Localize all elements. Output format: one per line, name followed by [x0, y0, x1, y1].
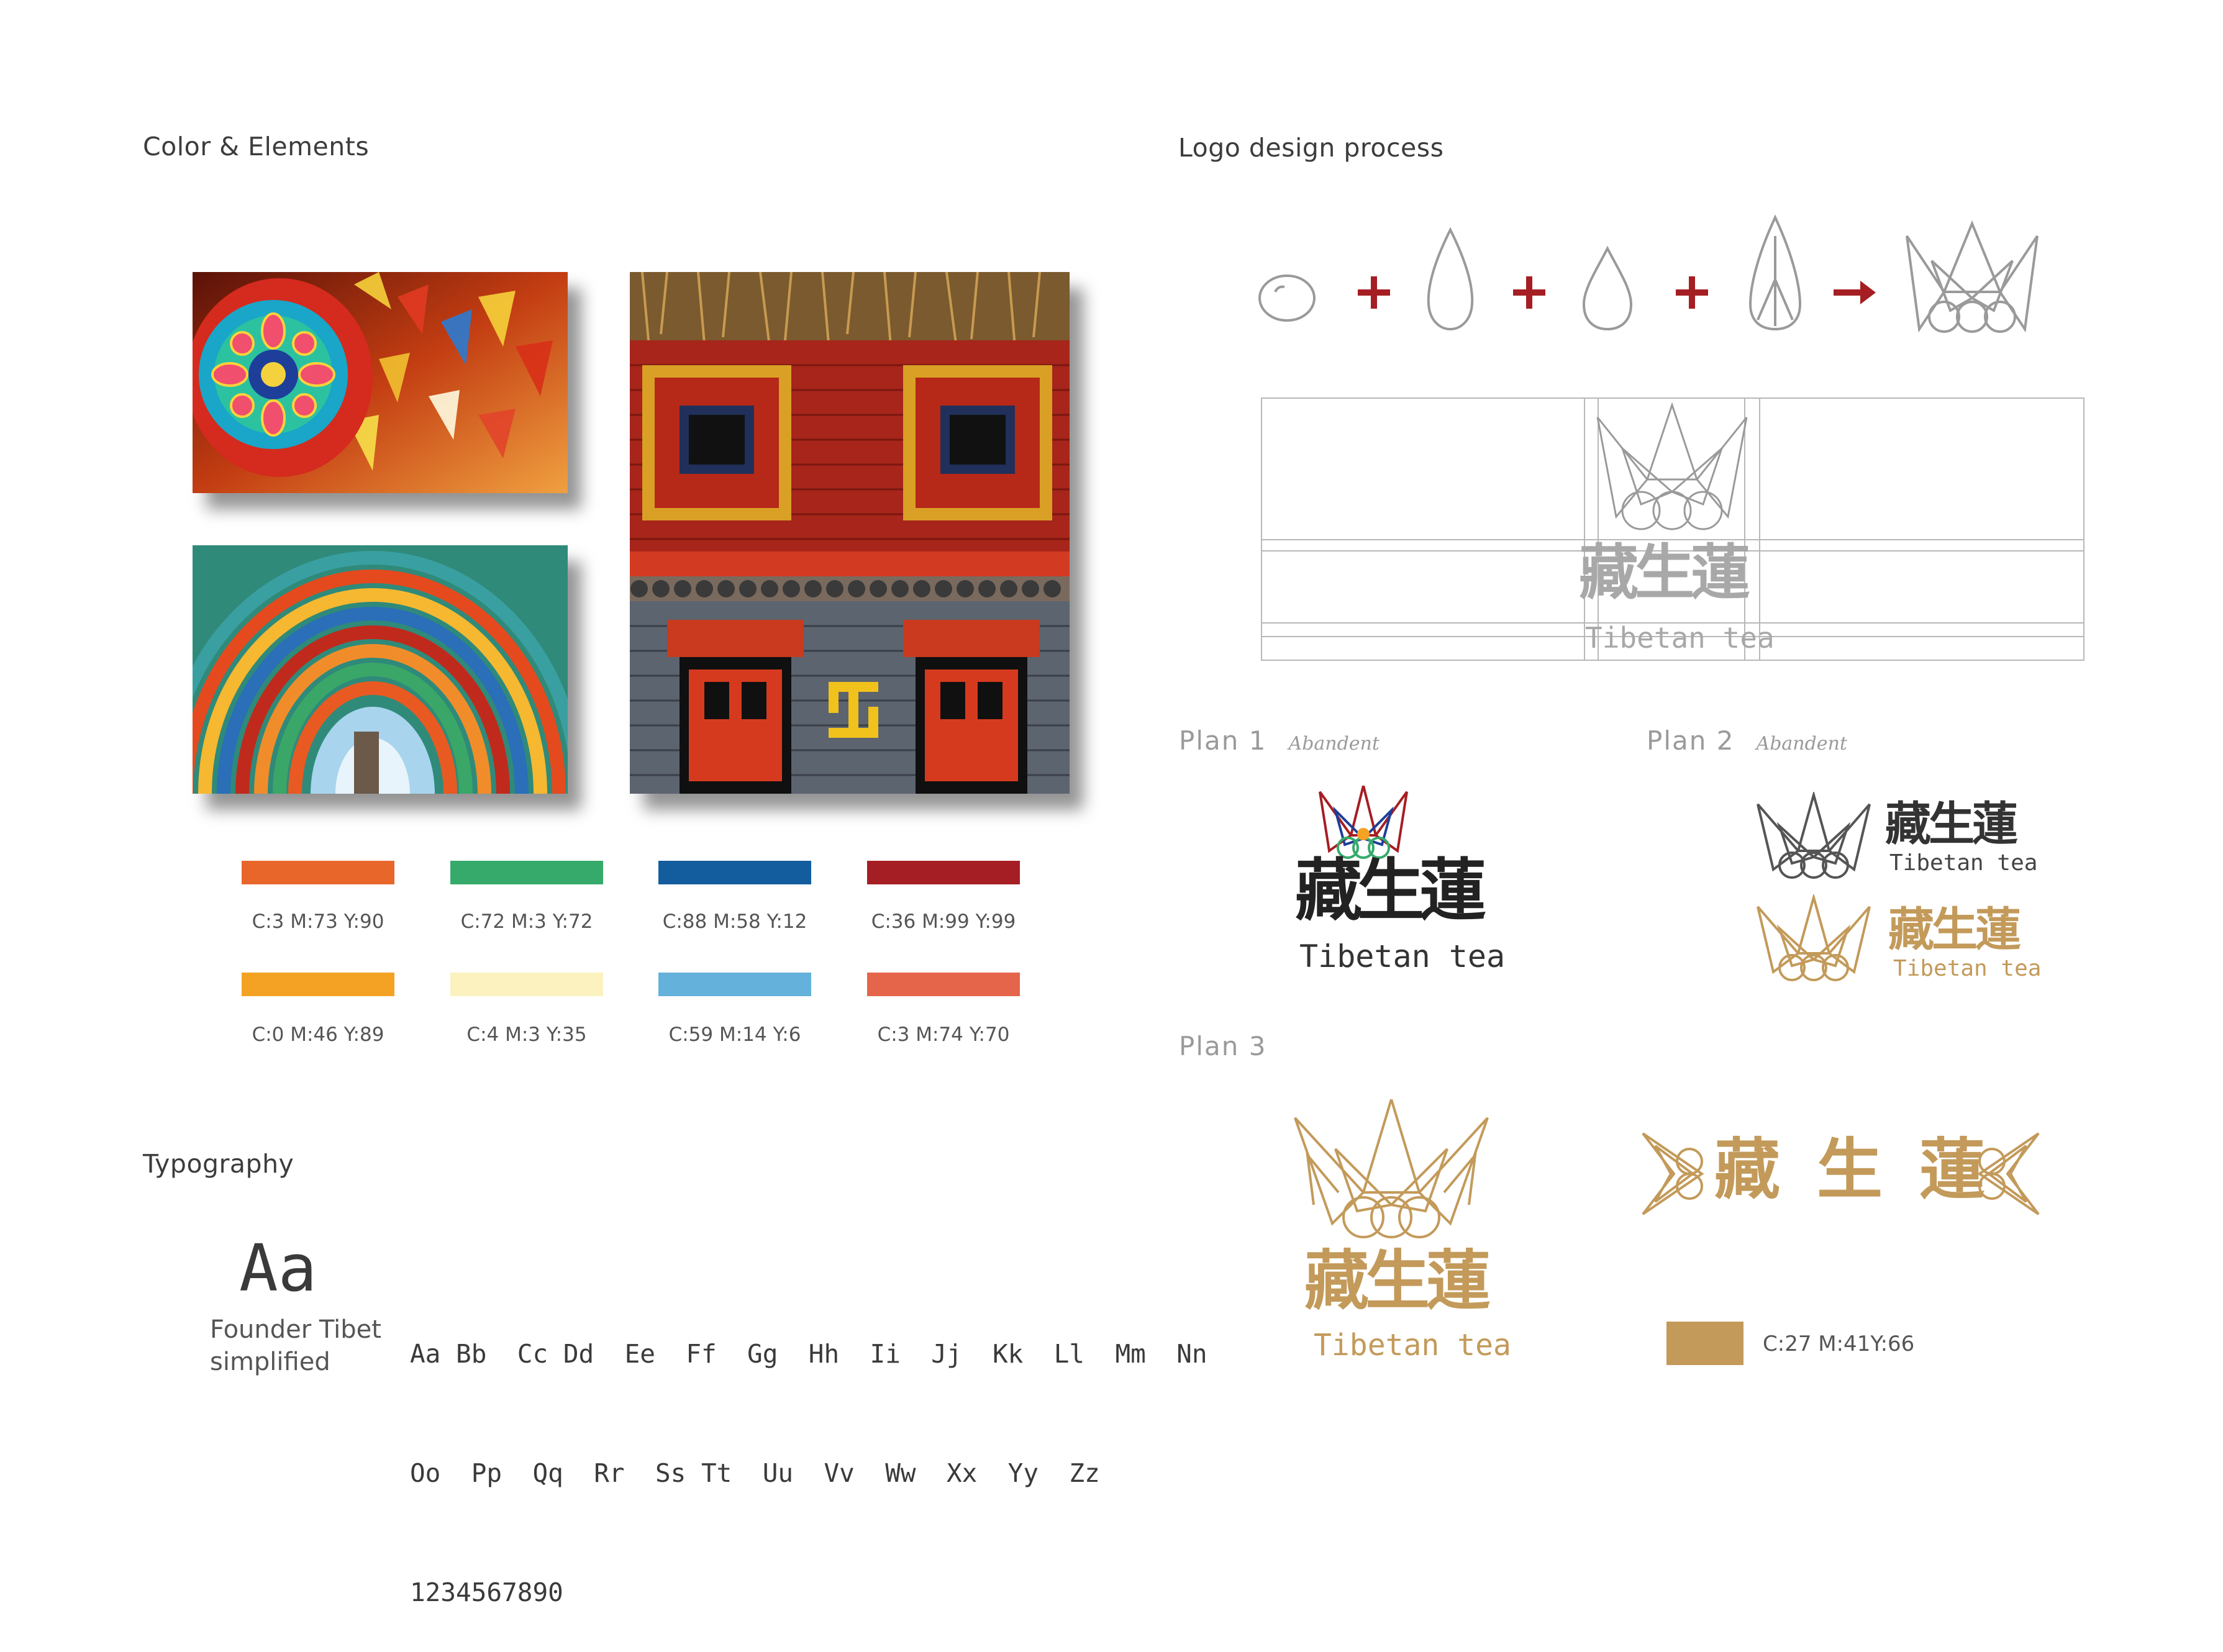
- swatch-cream: [450, 973, 603, 996]
- font-name: Founder Tibet simplified: [210, 1314, 381, 1378]
- plan2-brand-cn-gold: 藏生蓮: [1888, 903, 2021, 956]
- plan3-brand-en: Tibetan tea: [1314, 1328, 1511, 1363]
- tibetan-building-photo: [630, 272, 1070, 794]
- plan2-title-group: Plan 2 Abandent: [1647, 725, 1847, 756]
- swatch-yellow-orange: [242, 973, 394, 996]
- plan3-brand-cn: 藏生蓮: [1304, 1242, 1491, 1318]
- alphabet-sample: Aa Bb Cc Dd Ee Ff Gg Hh Ii Jj Kk Ll Mm N…: [410, 1255, 1207, 1652]
- plan3-brand-cn-horizontal: 藏 生 蓮: [1714, 1137, 2012, 1217]
- swatch-green: [450, 861, 603, 884]
- plan1-title: Plan 1: [1179, 725, 1267, 756]
- font-name-line1: Founder Tibet: [210, 1315, 381, 1344]
- plan2-brand-en-gold: Tibetan tea: [1893, 956, 2042, 981]
- swatch-label: C:0 M:46 Y:89: [252, 1023, 384, 1046]
- plan2-lotus-icon-gold: [1757, 894, 1871, 981]
- gold-swatch-label: C:27 M:41Y:66: [1763, 1332, 1915, 1356]
- swatch-label: C:88 M:58 Y:12: [662, 910, 807, 933]
- font-name-line2: simplified: [210, 1348, 330, 1376]
- plan2-title: Plan 2: [1647, 725, 1735, 756]
- logo-process-diagram: [1258, 214, 2039, 333]
- logo-process-heading: Logo design process: [1178, 133, 1444, 163]
- swatch-coral: [867, 973, 1020, 996]
- color-elements-heading: Color & Elements: [143, 132, 370, 161]
- prayer-wheel-photo: [193, 272, 568, 493]
- plan2-status: Abandent: [1756, 733, 1847, 755]
- grid-lotus-icon: [1596, 402, 1748, 530]
- grid-brand-cn: 藏生蓮: [1579, 537, 1750, 607]
- plan1-brand-cn: 藏生蓮: [1295, 851, 1486, 930]
- alphabet-line2: Oo Pp Qq Rr Ss Tt Uu Vv Ww Xx Yy Zz: [410, 1458, 1100, 1488]
- plan3-title: Plan 3: [1179, 1031, 1267, 1061]
- plan1-status: Abandent: [1288, 733, 1380, 755]
- swatch-red: [867, 861, 1020, 884]
- plan2-brand-en-gray: Tibetan tea: [1889, 850, 2038, 876]
- plan3-char-1: 藏: [1714, 1130, 1780, 1208]
- font-sample-aa: Aa: [239, 1230, 317, 1306]
- swatch-blue: [658, 861, 811, 884]
- swatch-orange: [242, 861, 394, 884]
- plan3-ornament-left-icon: [1642, 1132, 1704, 1215]
- plan3-lotus-icon: [1294, 1099, 1489, 1238]
- plan1-brand-en: Tibetan tea: [1299, 938, 1506, 974]
- swatch-label: C:4 M:3 Y:35: [466, 1023, 587, 1046]
- plan3-ornament-right-icon: [1977, 1132, 2040, 1215]
- swatch-label: C:72 M:3 Y:72: [460, 910, 593, 933]
- grid-brand-en: Tibetan tea: [1585, 621, 1775, 655]
- logo-grid-frame: 藏生蓮 Tibetan tea: [1261, 397, 2084, 661]
- plan2-brand-cn-gray: 藏生蓮: [1885, 797, 2018, 851]
- typography-heading: Typography: [143, 1149, 294, 1179]
- alphabet-line1: Aa Bb Cc Dd Ee Ff Gg Hh Ii Jj Kk Ll Mm N…: [410, 1339, 1207, 1369]
- plan1-title-group: Plan 1 Abandent: [1179, 725, 1380, 756]
- swatch-label: C:3 M:74 Y:70: [877, 1023, 1010, 1046]
- swatch-label: C:36 M:99 Y:99: [871, 910, 1016, 933]
- ceiling-mural-photo: [193, 545, 568, 794]
- digits-line: 1234567890: [410, 1577, 563, 1607]
- plan1-lotus-icon: [1319, 786, 1408, 859]
- swatch-label: C:3 M:73 Y:90: [252, 910, 384, 933]
- swatch-light-blue: [658, 973, 811, 996]
- plan2-lotus-icon-gray: [1757, 792, 1871, 879]
- gold-swatch: [1666, 1322, 1743, 1365]
- swatch-label: C:59 M:14 Y:6: [668, 1023, 801, 1046]
- plan3-char-3: 蓮: [1919, 1130, 1985, 1208]
- plan3-char-2: 生: [1817, 1130, 1883, 1208]
